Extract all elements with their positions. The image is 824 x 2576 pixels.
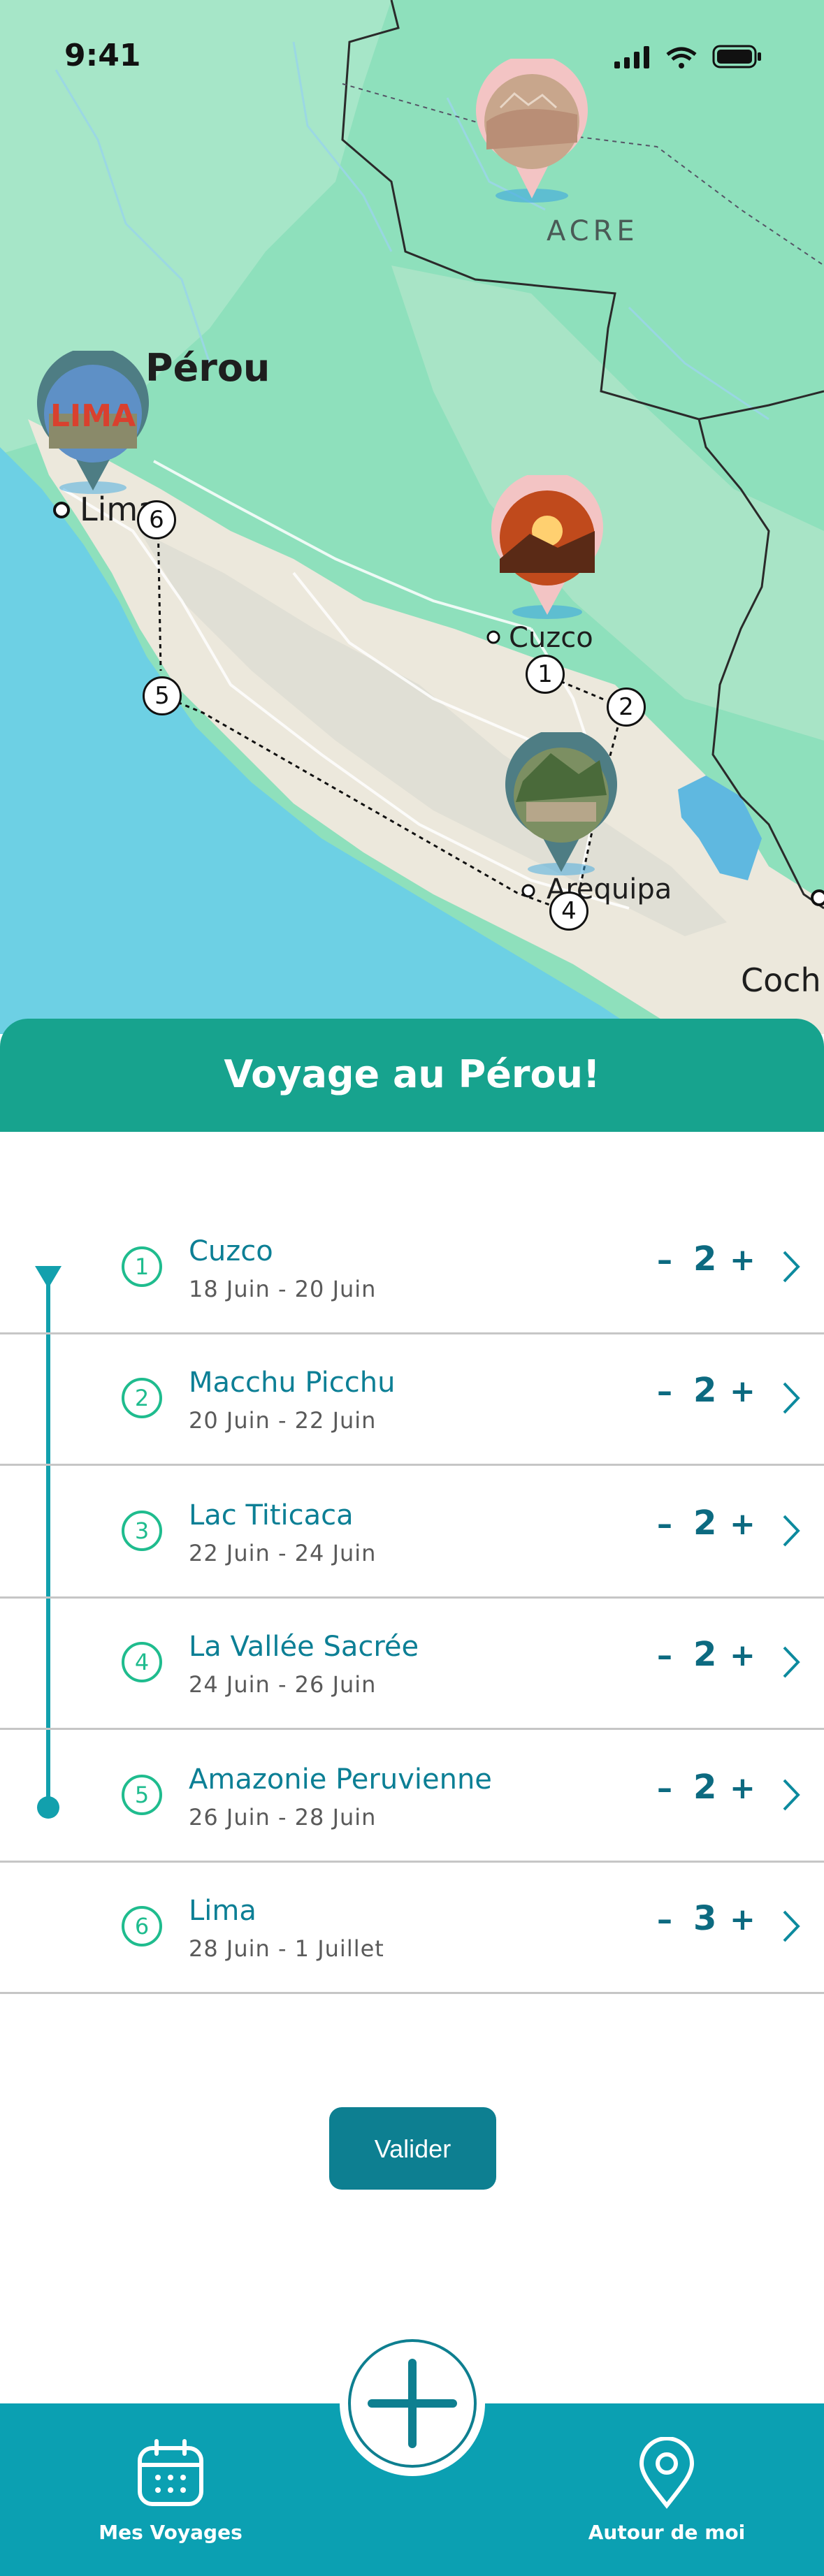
decrement-button[interactable]: – — [657, 1242, 672, 1278]
nights-stepper: – 2 + — [657, 1239, 756, 1288]
increment-button[interactable]: + — [730, 1242, 756, 1278]
chevron-right-icon[interactable] — [781, 1513, 801, 1548]
stop-number: 5 — [122, 1775, 162, 1815]
chevron-right-icon[interactable] — [781, 1909, 801, 1944]
nights-value: 2 — [693, 1635, 717, 1674]
stop-number: 2 — [122, 1378, 162, 1418]
chevron-right-icon[interactable] — [781, 1249, 801, 1284]
signal-icon — [614, 46, 649, 68]
list-item[interactable]: 1 Cuzco 18 Juin - 20 Juin – 2 + — [0, 1203, 824, 1334]
route-marker-1[interactable]: 1 — [526, 655, 565, 694]
destination-pin-lima[interactable]: LIMA — [34, 347, 152, 497]
stop-name: Cuzco — [189, 1235, 273, 1267]
list-item[interactable]: 5 Amazonie Peruvienne 26 Juin - 28 Juin … — [0, 1731, 824, 1863]
nav-my-trips[interactable]: Mes Voyages — [66, 2437, 275, 2544]
chevron-right-icon[interactable] — [781, 1645, 801, 1680]
map-label-country: Pérou — [145, 346, 270, 390]
nights-value: 2 — [693, 1504, 717, 1543]
stop-number: 4 — [122, 1642, 162, 1682]
list-item[interactable]: 2 Macchu Picchu 20 Juin - 22 Juin – 2 + — [0, 1334, 824, 1466]
stop-name: Amazonie Peruvienne — [189, 1763, 492, 1796]
decrement-button[interactable]: – — [657, 1770, 672, 1806]
route-marker-6[interactable]: 6 — [137, 500, 176, 539]
nights-value: 2 — [693, 1371, 717, 1410]
route-marker-5[interactable]: 5 — [143, 676, 182, 715]
list-item[interactable]: 3 Lac Titicaca 22 Juin - 24 Juin – 2 + — [0, 1467, 824, 1599]
chevron-right-icon[interactable] — [781, 1381, 801, 1416]
stop-dates: 24 Juin - 26 Juin — [189, 1671, 377, 1698]
lima-pin-text: LIMA — [50, 398, 136, 434]
nights-value: 2 — [693, 1239, 717, 1279]
trip-header: Voyage au Pérou! — [0, 1019, 824, 1132]
nav-nearby[interactable]: Autour de moi — [562, 2436, 772, 2544]
location-pin-icon — [639, 2436, 695, 2509]
stop-number: 6 — [122, 1906, 162, 1946]
stop-dates: 18 Juin - 20 Juin — [189, 1276, 377, 1302]
nav-my-trips-label: Mes Voyages — [99, 2521, 243, 2544]
stop-name: Lima — [189, 1895, 256, 1927]
itinerary-list: 1 Cuzco 18 Juin - 20 Juin – 2 + 2 Macchu… — [0, 1132, 824, 1994]
route-marker-2[interactable]: 2 — [607, 687, 646, 727]
nights-stepper: – 2 + — [657, 1768, 756, 1817]
status-time: 9:41 — [64, 38, 141, 73]
list-item[interactable]: 6 Lima 28 Juin - 1 Juillet – 3 + — [0, 1863, 824, 1994]
nights-value: 2 — [693, 1768, 717, 1807]
decrement-button[interactable]: – — [657, 1638, 672, 1673]
increment-button[interactable]: + — [730, 1506, 756, 1542]
increment-button[interactable]: + — [730, 1770, 756, 1806]
destination-pin-acre[interactable] — [472, 54, 591, 205]
decrement-button[interactable]: – — [657, 1506, 672, 1542]
add-trip-button[interactable] — [348, 2339, 477, 2468]
trip-map[interactable]: 9:41 LIMA ACRE Pérou Lima Cuzco Arequipa… — [0, 0, 824, 1034]
stop-dates: 22 Juin - 24 Juin — [189, 1540, 377, 1566]
status-icons — [614, 45, 762, 68]
map-label-acre: ACRE — [547, 215, 639, 247]
stop-dates: 26 Juin - 28 Juin — [189, 1804, 377, 1831]
route-marker-4[interactable]: 4 — [549, 892, 588, 931]
stop-dates: 20 Juin - 22 Juin — [189, 1407, 377, 1434]
nights-stepper: – 2 + — [657, 1371, 756, 1420]
increment-button[interactable]: + — [730, 1374, 756, 1409]
stop-number: 3 — [122, 1511, 162, 1551]
increment-button[interactable]: + — [730, 1638, 756, 1673]
chevron-right-icon[interactable] — [781, 1777, 801, 1812]
stop-number: 1 — [122, 1246, 162, 1287]
nav-nearby-label: Autour de moi — [588, 2521, 746, 2544]
stop-dates: 28 Juin - 1 Juillet — [189, 1935, 384, 1962]
validate-button[interactable]: Valider — [329, 2107, 496, 2190]
nights-value: 3 — [693, 1899, 717, 1938]
destination-pin-cuzco[interactable] — [488, 471, 607, 622]
increment-button[interactable]: + — [730, 1902, 756, 1937]
stop-name: Macchu Picchu — [189, 1367, 396, 1399]
plus-icon — [368, 2359, 457, 2448]
decrement-button[interactable]: – — [657, 1374, 672, 1409]
stop-name: Lac Titicaca — [189, 1499, 354, 1531]
nights-stepper: – 3 + — [657, 1899, 756, 1948]
decrement-button[interactable]: – — [657, 1902, 672, 1937]
nights-stepper: – 2 + — [657, 1635, 756, 1684]
trip-title: Voyage au Pérou! — [224, 1052, 600, 1096]
map-label-cuzco: Cuzco — [509, 622, 593, 654]
destination-pin-machu-picchu[interactable] — [502, 728, 621, 879]
nights-stepper: – 2 + — [657, 1504, 756, 1552]
list-item[interactable]: 4 La Vallée Sacrée 24 Juin - 26 Juin – 2… — [0, 1599, 824, 1730]
map-label-coch: Coch — [741, 961, 821, 999]
calendar-icon — [138, 2439, 203, 2506]
battery-icon — [712, 45, 761, 68]
wifi-icon — [666, 47, 697, 68]
stop-name: La Vallée Sacrée — [189, 1631, 419, 1663]
